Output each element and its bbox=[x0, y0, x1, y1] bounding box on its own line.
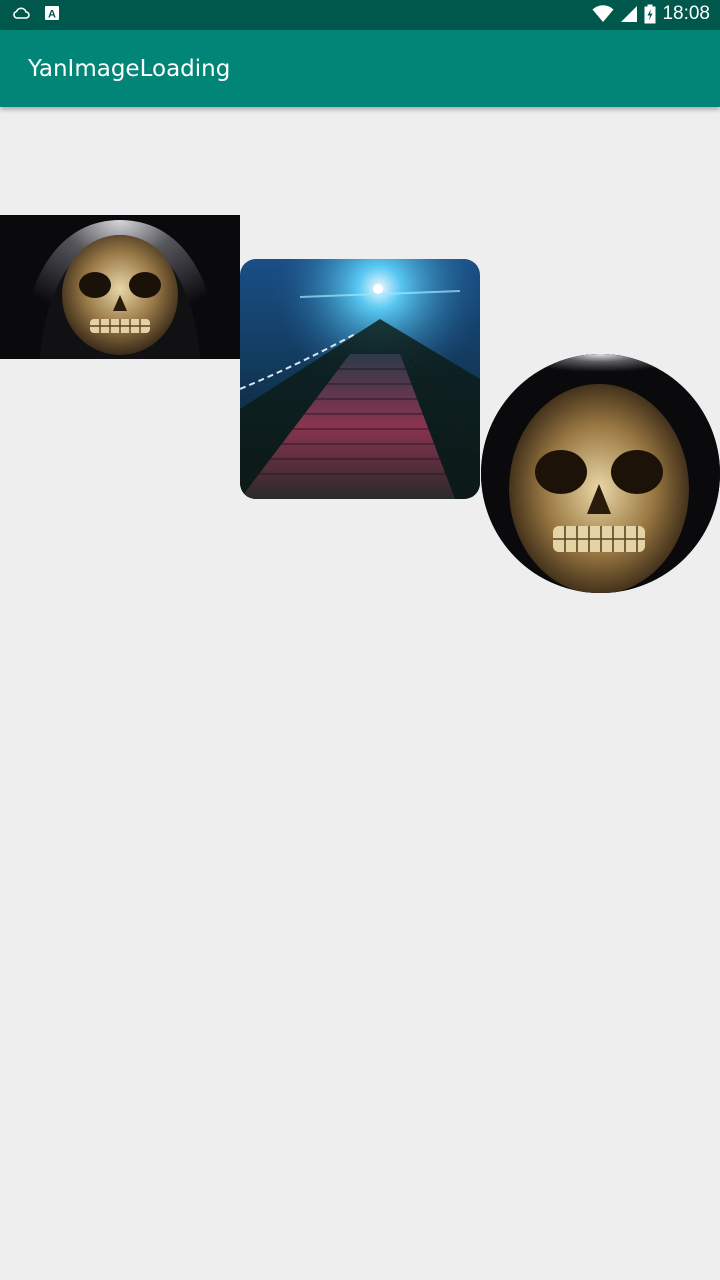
app-a-icon: A bbox=[44, 5, 60, 21]
wifi-icon bbox=[592, 5, 614, 23]
status-right-icons: 18:08 bbox=[592, 3, 710, 25]
skull-image-circle[interactable] bbox=[481, 354, 720, 593]
status-left-icons: A bbox=[12, 5, 60, 21]
skull-image-rect[interactable] bbox=[0, 215, 240, 359]
status-time: 18:08 bbox=[662, 3, 710, 24]
app-bar: YanImageLoading bbox=[0, 30, 720, 107]
signal-icon bbox=[620, 5, 638, 23]
stairs-image-rounded[interactable] bbox=[240, 259, 480, 499]
battery-charging-icon bbox=[644, 4, 656, 24]
app-title: YanImageLoading bbox=[28, 56, 231, 82]
svg-text:A: A bbox=[48, 9, 56, 21]
status-bar: A 18:08 bbox=[0, 0, 720, 30]
cloud-icon bbox=[12, 6, 30, 20]
